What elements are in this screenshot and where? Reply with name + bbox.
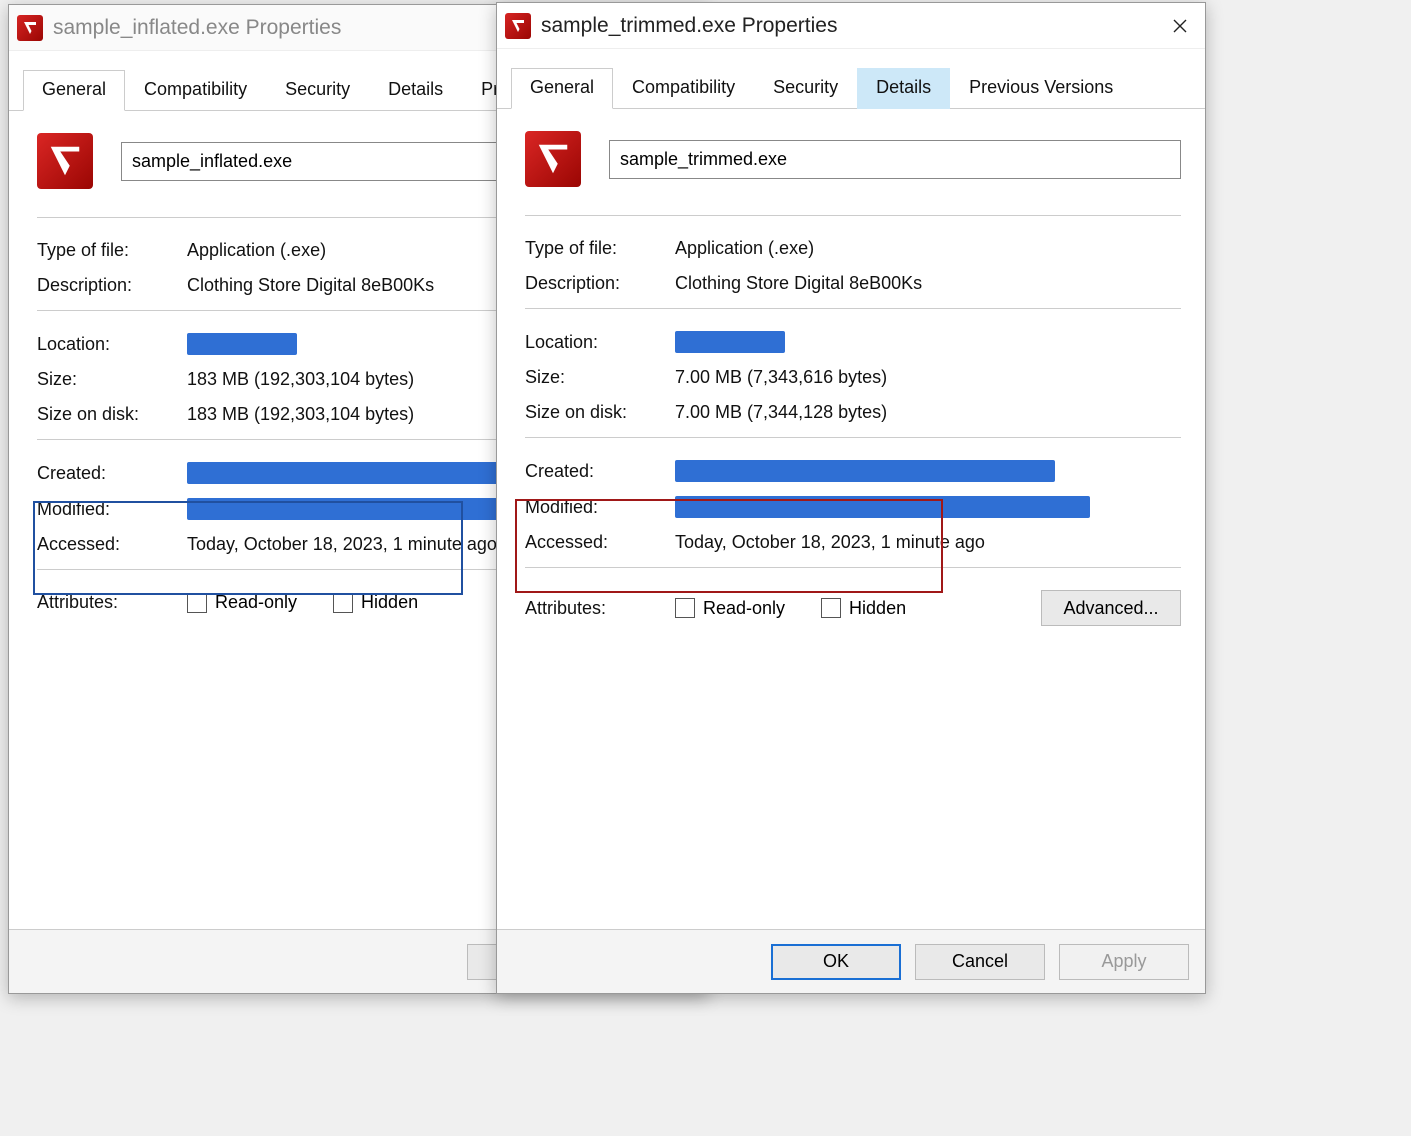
redacted-location [187, 333, 297, 355]
desc-value: Clothing Store Digital 8eB00Ks [187, 275, 434, 296]
tab-previous-versions[interactable]: Previous Versions [950, 68, 1132, 109]
filename-field[interactable] [609, 140, 1181, 179]
hidden-label: Hidden [849, 598, 906, 619]
redacted-modified [675, 496, 1090, 518]
ok-button[interactable]: OK [771, 944, 901, 980]
location-label: Location: [525, 332, 675, 353]
readonly-label: Read-only [215, 592, 297, 613]
size-value: 183 MB (192,303,104 bytes) [187, 369, 414, 390]
adobe-icon [17, 15, 43, 41]
type-value: Application (.exe) [675, 238, 814, 259]
redacted-location [675, 331, 785, 353]
size-on-disk-label: Size on disk: [525, 402, 675, 423]
accessed-value: Today, October 18, 2023, 1 minute ago [675, 532, 985, 553]
tab-general[interactable]: General [23, 70, 125, 111]
readonly-checkbox[interactable]: Read-only [187, 592, 297, 613]
button-row: OK Cancel Apply [497, 929, 1205, 993]
cancel-button[interactable]: Cancel [915, 944, 1045, 980]
hidden-checkbox[interactable]: Hidden [333, 592, 418, 613]
tab-security[interactable]: Security [266, 70, 369, 111]
adobe-icon [505, 13, 531, 39]
type-label: Type of file: [37, 240, 187, 261]
hidden-checkbox[interactable]: Hidden [821, 598, 906, 619]
desc-label: Description: [37, 275, 187, 296]
desc-value: Clothing Store Digital 8eB00Ks [675, 273, 922, 294]
tab-details[interactable]: Details [369, 70, 462, 111]
apply-button[interactable]: Apply [1059, 944, 1189, 980]
redacted-created [675, 460, 1055, 482]
titlebar: sample_trimmed.exe Properties [497, 3, 1205, 49]
modified-label: Modified: [37, 499, 187, 520]
accessed-value: Today, October 18, 2023, 1 minute ago [187, 534, 497, 555]
readonly-checkbox[interactable]: Read-only [675, 598, 785, 619]
type-value: Application (.exe) [187, 240, 326, 261]
window-title: sample_inflated.exe Properties [53, 16, 341, 40]
accessed-label: Accessed: [525, 532, 675, 553]
file-type-icon [37, 133, 93, 189]
size-on-disk-label: Size on disk: [37, 404, 187, 425]
tab-general[interactable]: General [511, 68, 613, 109]
hidden-label: Hidden [361, 592, 418, 613]
attributes-label: Attributes: [37, 592, 187, 613]
file-type-icon [525, 131, 581, 187]
properties-window-trimmed: sample_trimmed.exe Properties General Co… [496, 2, 1206, 994]
created-label: Created: [525, 461, 675, 482]
tab-details[interactable]: Details [857, 68, 950, 109]
general-pane: Type of file:Application (.exe) Descript… [497, 109, 1205, 658]
close-button[interactable] [1163, 9, 1197, 43]
window-title: sample_trimmed.exe Properties [541, 14, 837, 38]
tab-compatibility[interactable]: Compatibility [125, 70, 266, 111]
location-label: Location: [37, 334, 187, 355]
tab-security[interactable]: Security [754, 68, 857, 109]
advanced-button[interactable]: Advanced... [1041, 590, 1181, 626]
size-value: 7.00 MB (7,343,616 bytes) [675, 367, 887, 388]
readonly-label: Read-only [703, 598, 785, 619]
size-on-disk-value: 7.00 MB (7,344,128 bytes) [675, 402, 887, 423]
size-on-disk-value: 183 MB (192,303,104 bytes) [187, 404, 414, 425]
tab-compatibility[interactable]: Compatibility [613, 68, 754, 109]
tab-strip: General Compatibility Security Details P… [497, 49, 1205, 109]
desc-label: Description: [525, 273, 675, 294]
accessed-label: Accessed: [37, 534, 187, 555]
size-label: Size: [525, 367, 675, 388]
created-label: Created: [37, 463, 187, 484]
attributes-label: Attributes: [525, 598, 675, 619]
modified-label: Modified: [525, 497, 675, 518]
type-label: Type of file: [525, 238, 675, 259]
size-label: Size: [37, 369, 187, 390]
